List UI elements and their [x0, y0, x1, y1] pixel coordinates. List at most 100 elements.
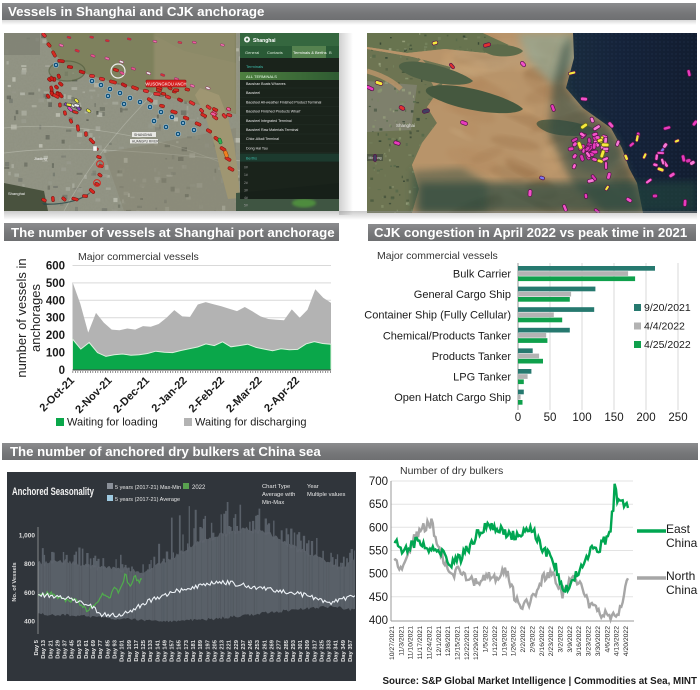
- svg-text:Anchored Seasonality: Anchored Seasonality: [12, 486, 95, 498]
- svg-text:250: 250: [668, 412, 687, 424]
- svg-text:Dong Hai Tau: Dong Hai Tau: [246, 146, 268, 150]
- svg-text:Shanghai: Shanghai: [396, 123, 415, 128]
- svg-text:1/26/2022: 1/26/2022: [511, 626, 518, 656]
- svg-text:4/4/2022: 4/4/2022: [644, 321, 685, 333]
- svg-text:400: 400: [369, 615, 388, 627]
- svg-text:Day 237: Day 237: [241, 640, 247, 662]
- svg-text:200: 200: [636, 412, 655, 424]
- svg-text:Day 45: Day 45: [70, 639, 76, 658]
- svg-text:Day 173: Day 173: [184, 639, 190, 662]
- svg-text:Day 197: Day 197: [205, 640, 211, 662]
- svg-text:Baosteel All-weather Finished: Baosteel All-weather Finished Product Te…: [246, 100, 321, 104]
- svg-text:2022: 2022: [192, 485, 206, 491]
- svg-text:2#: 2#: [244, 181, 248, 185]
- svg-text:12/22/2021: 12/22/2021: [464, 626, 471, 660]
- svg-text:1/19/2022: 1/19/2022: [501, 626, 508, 656]
- svg-text:General Cargo Ship: General Cargo Ship: [414, 289, 511, 301]
- svg-text:4/13/2022: 4/13/2022: [614, 626, 621, 656]
- svg-text:Day 205: Day 205: [212, 639, 218, 662]
- svg-text:Open Hatch Cargo Ship: Open Hatch Cargo Ship: [394, 392, 511, 404]
- svg-text:600: 600: [46, 261, 65, 273]
- svg-text:12/1/2021: 12/1/2021: [436, 626, 443, 656]
- svg-text:12/29/2021: 12/29/2021: [473, 626, 480, 660]
- svg-text:650: 650: [369, 499, 388, 511]
- svg-text:number of vessels in: number of vessels in: [14, 258, 29, 377]
- svg-text:2-Dec-21: 2-Dec-21: [111, 375, 152, 416]
- svg-text:EastChina: EastChina: [666, 522, 698, 550]
- svg-text:550: 550: [369, 546, 388, 558]
- svg-text:Major commercial vessels: Major commercial vessels: [78, 251, 199, 263]
- svg-text:Day 229: Day 229: [234, 639, 240, 662]
- svg-text:Day 309: Day 309: [305, 639, 311, 662]
- svg-text:Day 77: Day 77: [98, 640, 104, 659]
- svg-text:Shanghai: Shanghai: [253, 38, 276, 44]
- svg-text:11/17/2021: 11/17/2021: [417, 626, 424, 660]
- svg-text:5 years (2017-21) Average: 5 years (2017-21) Average: [115, 497, 180, 503]
- svg-text:Day 117: Day 117: [134, 640, 140, 662]
- svg-text:Baosteel Raw Materials Termina: Baosteel Raw Materials Terminal: [246, 128, 298, 132]
- svg-text:Day 293: Day 293: [291, 639, 297, 662]
- svg-text:Day 253: Day 253: [255, 639, 261, 662]
- svg-text:9/20/2021: 9/20/2021: [644, 302, 691, 314]
- svg-text:Day 301: Day 301: [298, 639, 304, 662]
- svg-text:Day 165: Day 165: [177, 639, 183, 662]
- svg-text:anchorages: anchorages: [28, 284, 43, 352]
- svg-text:400: 400: [24, 619, 35, 626]
- svg-text:B: B: [329, 50, 332, 55]
- svg-text:2/23/2022: 2/23/2022: [548, 626, 555, 656]
- svg-text:Day 221: Day 221: [227, 639, 233, 662]
- svg-text:Products Tanker: Products Tanker: [432, 351, 512, 363]
- svg-text:Number of dry bulkers: Number of dry bulkers: [400, 465, 503, 477]
- svg-text:0: 0: [515, 412, 521, 424]
- svg-text:WUSONGKOU ANCH: WUSONGKOU ANCH: [145, 81, 186, 86]
- svg-text:0#: 0#: [244, 166, 248, 170]
- svg-text:Day 37: Day 37: [63, 640, 69, 659]
- svg-text:Day 349: Day 349: [341, 639, 347, 662]
- svg-text:Day 157: Day 157: [170, 640, 176, 662]
- svg-text:Day 53: Day 53: [77, 639, 83, 658]
- svg-text:4/6/2022: 4/6/2022: [604, 626, 611, 653]
- svg-text:800: 800: [24, 561, 35, 568]
- svg-text:3/16/2022: 3/16/2022: [576, 626, 583, 656]
- svg-text:Day 341: Day 341: [334, 639, 340, 662]
- svg-text:100: 100: [572, 412, 591, 424]
- svg-text:3/9/2022: 3/9/2022: [567, 626, 574, 653]
- svg-text:Shanghai: Shanghai: [8, 191, 25, 196]
- svg-text:Day 213: Day 213: [220, 639, 226, 662]
- svg-text:Jiading: Jiading: [34, 156, 47, 161]
- svg-text:Bulk Carrier: Bulk Carrier: [453, 269, 511, 281]
- svg-text:Min-Max: Min-Max: [262, 500, 284, 506]
- svg-text:2-Mar-22: 2-Mar-22: [224, 375, 264, 415]
- svg-text:2-Nov-21: 2-Nov-21: [73, 375, 114, 416]
- svg-text:Day 13: Day 13: [41, 639, 47, 658]
- svg-text:200: 200: [46, 330, 65, 342]
- svg-text:0: 0: [59, 365, 65, 377]
- svg-text:Multiple values: Multiple values: [307, 492, 345, 498]
- svg-text:500: 500: [46, 278, 65, 290]
- svg-text:11/24/2021: 11/24/2021: [426, 626, 433, 660]
- svg-text:SHANGHAI: SHANGHAI: [134, 133, 152, 137]
- svg-text:Day 61: Day 61: [84, 639, 90, 658]
- svg-text:2/2/2022: 2/2/2022: [520, 626, 527, 653]
- svg-text:Day 125: Day 125: [141, 639, 147, 662]
- svg-text:2/16/2022: 2/16/2022: [539, 626, 546, 656]
- svg-text:2-Jan-22: 2-Jan-22: [150, 375, 190, 415]
- svg-text:Container Ship (Fully Cellular: Container Ship (Fully Cellular): [364, 310, 511, 322]
- svg-text:100: 100: [46, 348, 65, 360]
- svg-text:2-Apr-22: 2-Apr-22: [262, 375, 302, 415]
- svg-text:Baoshan Boats Wharves: Baoshan Boats Wharves: [246, 82, 286, 86]
- svg-text:12/8/2021: 12/8/2021: [445, 626, 452, 656]
- svg-text:150: 150: [604, 412, 623, 424]
- svg-text:11/10/2021: 11/10/2021: [408, 626, 415, 660]
- svg-text:450: 450: [369, 592, 388, 604]
- svg-text:300: 300: [46, 313, 65, 325]
- svg-text:Day 277: Day 277: [277, 640, 283, 662]
- svg-text:HUANGPU RIVER: HUANGPU RIVER: [132, 140, 159, 144]
- svg-text:Day 85: Day 85: [105, 639, 111, 658]
- svg-text:Day 93: Day 93: [113, 639, 119, 658]
- svg-text:Day 317: Day 317: [312, 640, 318, 662]
- svg-text:4#: 4#: [244, 196, 248, 200]
- svg-text:3/23/2022: 3/23/2022: [586, 626, 593, 656]
- svg-text:Terminals & Berths: Terminals & Berths: [293, 50, 327, 55]
- svg-text:50: 50: [544, 412, 557, 424]
